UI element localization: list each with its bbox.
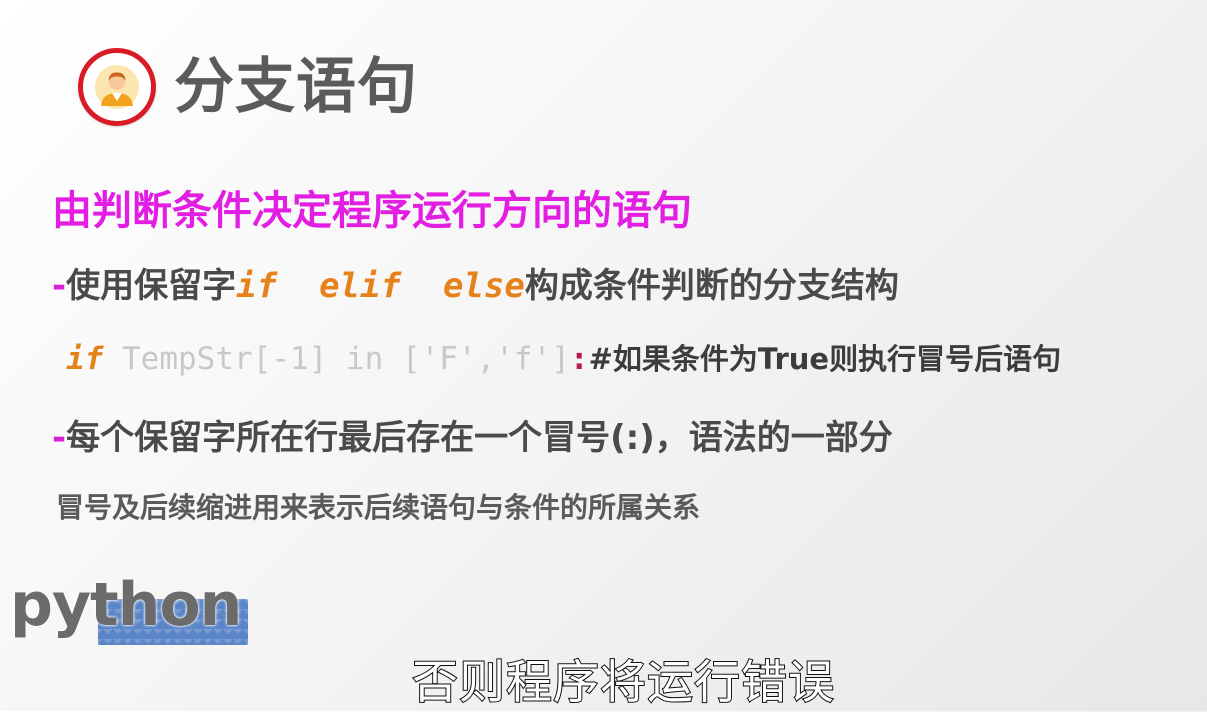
keyword-elif: elif <box>319 266 401 306</box>
code-comment: #如果条件为True则执行冒号后语句 <box>588 342 1062 376</box>
bullet-reserved-words: -使用保留字if elif else构成条件判断的分支结构 <box>52 258 899 307</box>
indent-note: 冒号及后续缩进用来表示后续语句与条件的所属关系 <box>56 491 701 524</box>
slide-title: 分支语句 <box>174 52 418 122</box>
person-icon <box>95 65 139 109</box>
bullet-suffix: 构成条件判断的分支结构 <box>524 266 899 306</box>
code-example: if TempStr[-1] in ['F','f']:#如果条件为True则执… <box>66 336 1061 378</box>
keyword-if: if <box>236 266 278 306</box>
code-expression: TempStr[-1] in ['F','f'] <box>103 341 570 377</box>
logo-text: python <box>10 570 242 640</box>
bullet-prefix: 使用保留字 <box>66 266 237 306</box>
keyword-else: else <box>442 266 525 306</box>
video-subtitle: 否则程序将运行错误 <box>411 654 835 710</box>
code-colon: : <box>569 341 589 377</box>
bullet-dash: - <box>52 266 67 306</box>
bullet-dash: - <box>52 418 67 458</box>
slide-header: 分支语句 <box>78 42 418 132</box>
code-keyword-if: if <box>66 341 104 377</box>
python-logo: python <box>10 575 255 659</box>
avatar-icon <box>78 48 156 126</box>
slide-subtitle: 由判断条件决定程序运行方向的语句 <box>52 188 692 234</box>
bullet-text: 每个保留字所在行最后存在一个冒号(:)，语法的一部分 <box>66 418 893 458</box>
bullet-colon-rule: -每个保留字所在行最后存在一个冒号(:)，语法的一部分 <box>52 410 893 459</box>
